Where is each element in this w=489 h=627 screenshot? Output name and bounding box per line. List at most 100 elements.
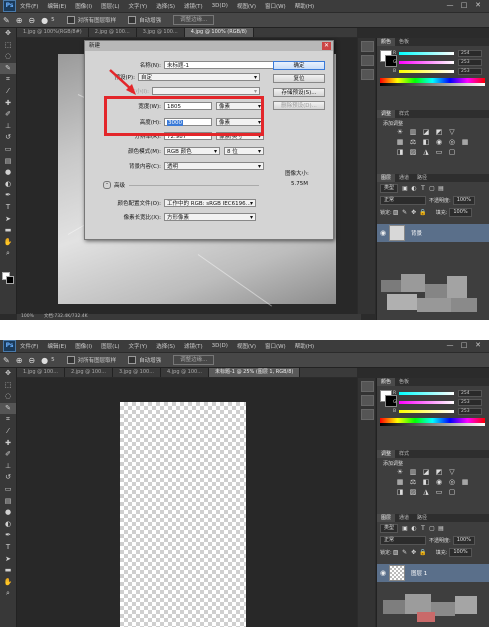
blend-mode-select[interactable]: 正常 [380, 536, 426, 545]
tab-styles[interactable]: 样式 [395, 450, 413, 458]
advanced-toggle[interactable]: ⌃ 高级 [103, 181, 125, 189]
blue-slider[interactable] [399, 410, 454, 413]
green-value[interactable]: 253 [458, 59, 482, 66]
brush-icon[interactable]: ✐ [0, 109, 16, 121]
blur-icon[interactable]: ● [0, 167, 16, 179]
add-to-selection-icon[interactable]: ⊕ [16, 16, 23, 25]
color-balance-icon[interactable]: ⚖ [408, 138, 418, 147]
blue-value[interactable]: 253 [458, 68, 482, 75]
doc-tab-3[interactable]: 3.jpg @ 100... [137, 28, 185, 37]
marquee-icon[interactable]: ⬚ [0, 380, 16, 392]
menu-window[interactable]: 窗口(W) [265, 342, 286, 350]
tab-layers[interactable]: 图层 [377, 514, 396, 522]
menu-help[interactable]: 帮助(H) [295, 342, 314, 350]
brush-size-value[interactable]: 5 [51, 357, 55, 363]
filter-type-icon[interactable]: T [419, 185, 427, 192]
green-slider[interactable] [399, 61, 454, 64]
invert-icon[interactable]: ◨ [395, 488, 405, 497]
tab-adjustments[interactable]: 调整 [377, 450, 396, 458]
ok-button[interactable]: 确定 [273, 61, 325, 70]
filter-smart-icon[interactable]: ▤ [437, 525, 445, 532]
visibility-eye-icon[interactable]: ◉ [377, 569, 389, 577]
brush-size-value[interactable]: 5 [51, 17, 55, 23]
type-icon[interactable]: T [0, 202, 16, 214]
filter-smart-icon[interactable]: ▤ [437, 185, 445, 192]
path-select-icon[interactable]: ➤ [0, 554, 16, 566]
doc-tab-untitled[interactable]: 未标题-1 @ 25% (图层 1, RGB/8) [209, 368, 301, 377]
layer-kind-select[interactable]: 类型 [380, 184, 399, 193]
red-value[interactable]: 254 [458, 50, 482, 57]
tab-swatches[interactable]: 色板 [395, 378, 413, 386]
sample-all-layers-checkbox[interactable] [66, 16, 75, 24]
dodge-icon[interactable]: ◐ [0, 519, 16, 531]
stamp-icon[interactable]: ⊥ [0, 121, 16, 133]
color-balance-icon[interactable]: ⚖ [408, 478, 418, 487]
tab-styles[interactable]: 样式 [395, 110, 413, 118]
hand-icon[interactable]: ✋ [0, 237, 16, 249]
invert-icon[interactable]: ◨ [395, 148, 405, 157]
doc-tab-4[interactable]: 4.jpg @ 100... [161, 368, 209, 377]
size-select[interactable] [152, 87, 260, 96]
close-window-button[interactable]: ✕ [472, 1, 484, 10]
shape-icon[interactable]: ▬ [0, 225, 16, 237]
transparent-document-canvas[interactable] [120, 402, 246, 627]
gradient-map-icon[interactable]: ▭ [434, 488, 444, 497]
crop-icon[interactable]: ⌗ [0, 414, 16, 426]
blend-mode-select[interactable]: 正常 [380, 196, 426, 205]
gradient-map-icon[interactable]: ▭ [434, 148, 444, 157]
tab-swatches[interactable]: 色板 [395, 38, 413, 46]
pen-icon[interactable]: ✒ [0, 530, 16, 542]
layer-name[interactable]: 图层 1 [411, 569, 427, 577]
minimize-button[interactable]: — [444, 1, 456, 10]
doc-tab-2[interactable]: 2.jpg @ 100... [65, 368, 113, 377]
vibrance-icon[interactable]: ▽ [447, 468, 457, 477]
color-spectrum[interactable] [380, 78, 485, 86]
menu-type[interactable]: 文字(Y) [129, 342, 148, 350]
subtract-selection-icon[interactable]: ⊖ [28, 356, 35, 365]
close-window-button[interactable]: ✕ [472, 341, 484, 350]
channel-mixer-icon[interactable]: ◎ [447, 138, 457, 147]
red-slider[interactable] [399, 52, 454, 55]
menu-file[interactable]: 文件(F) [20, 342, 38, 350]
quick-select-icon[interactable]: ✎ [3, 16, 10, 25]
menu-filter[interactable]: 滤镜(T) [184, 342, 203, 350]
menu-image[interactable]: 图像(I) [75, 342, 92, 350]
filter-shape-icon[interactable]: ▢ [428, 525, 436, 532]
background-color-swatch[interactable] [6, 276, 14, 284]
threshold-icon[interactable]: ◮ [421, 148, 431, 157]
fill-input[interactable]: 100% [449, 548, 472, 557]
stamp-icon[interactable]: ⊥ [0, 461, 16, 473]
tab-layers[interactable]: 图层 [377, 174, 396, 182]
menu-3d[interactable]: 3D(D) [212, 3, 228, 9]
menu-select[interactable]: 选择(S) [156, 2, 175, 10]
lock-all-icon[interactable]: 🔒 [419, 549, 427, 556]
levels-icon[interactable]: ▥ [408, 128, 418, 137]
visibility-eye-icon[interactable]: ◉ [377, 229, 389, 237]
photo-filter-icon[interactable]: ◉ [434, 478, 444, 487]
quick-select-icon[interactable]: ✎ [0, 62, 16, 75]
lasso-icon[interactable]: ◌ [0, 391, 16, 403]
layer-name[interactable]: 背景 [411, 229, 422, 237]
lock-brush-icon[interactable]: ✎ [401, 209, 409, 216]
doc-tab-1[interactable]: 1.jpg @ 100%(RGB/8#) [17, 28, 89, 37]
color-mode-select[interactable]: RGB 颜色 [164, 147, 220, 156]
reset-button[interactable]: 复位 [273, 74, 325, 83]
healing-icon[interactable]: ✚ [0, 438, 16, 450]
lock-move-icon[interactable]: ✥ [410, 549, 418, 556]
delete-preset-button[interactable]: 删除预设(D)... [273, 101, 325, 110]
menu-layer[interactable]: 图层(L) [101, 342, 119, 350]
tab-adjustments[interactable]: 调整 [377, 110, 396, 118]
save-preset-button[interactable]: 存储预设(S)... [273, 88, 325, 97]
green-value[interactable]: 253 [458, 399, 482, 406]
menu-image[interactable]: 图像(I) [75, 2, 92, 10]
menu-edit[interactable]: 编辑(E) [47, 342, 66, 350]
path-select-icon[interactable]: ➤ [0, 214, 16, 226]
gradient-icon[interactable]: ▤ [0, 156, 16, 168]
pixel-aspect-select[interactable]: 方形像素 [164, 213, 256, 222]
history-brush-icon[interactable]: ↺ [0, 472, 16, 484]
menu-file[interactable]: 文件(F) [20, 2, 38, 10]
black-white-icon[interactable]: ◧ [421, 478, 431, 487]
healing-icon[interactable]: ✚ [0, 98, 16, 110]
brush-icon[interactable]: ✐ [0, 449, 16, 461]
filter-adjust-icon[interactable]: ◐ [410, 185, 418, 192]
